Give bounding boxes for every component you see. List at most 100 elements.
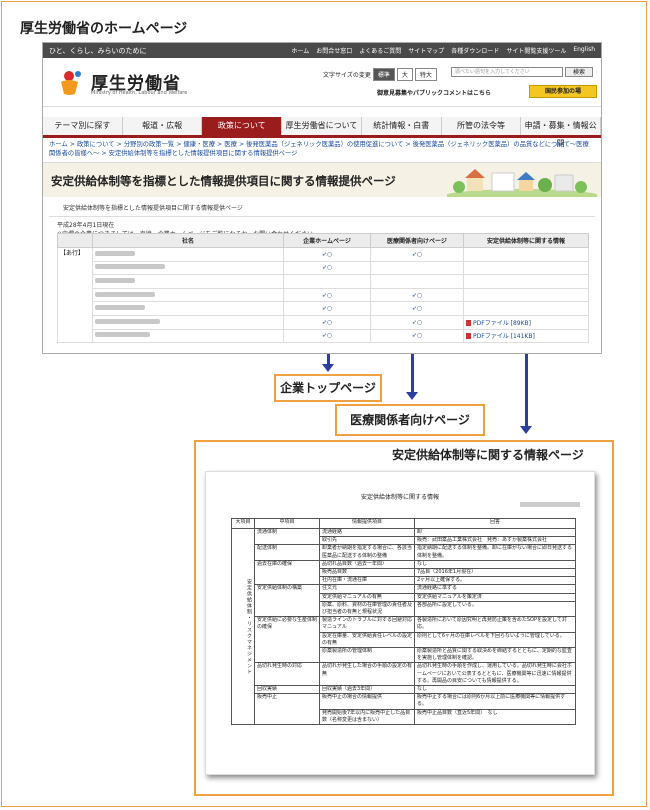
medical-page-link[interactable]: ➶○ — [370, 301, 464, 316]
arrowhead-company-top-icon — [322, 364, 334, 372]
doc-answer: 各部品所に設定している。 — [414, 600, 576, 618]
doc-answer: なし — [414, 559, 576, 570]
doc-middle: 過去在庫の確保 — [254, 559, 320, 586]
doc-answer: 7品目（2016年1月現在） — [414, 568, 576, 578]
nav-applications[interactable]: 申請・募集・情報公開 — [521, 117, 601, 148]
font-size-standard-button[interactable]: 標準 — [372, 68, 395, 81]
toplink-accessibility[interactable]: サイト閲覧支援ツール — [506, 46, 566, 55]
nav-press[interactable]: 報道・広報 — [122, 117, 203, 135]
doc-item: 販売品目数 — [319, 568, 415, 578]
doc-row: 安定供給に必要な生産体制の確保 製造ラインのトラブルに対する回避対応マニュアル … — [232, 616, 576, 664]
col-medical-page: 医療関係者向けページ — [370, 233, 464, 248]
toplink-download[interactable]: 各種ダウンロード — [451, 46, 499, 55]
top-links: ホーム お問合せ窓口 よくあるご質問 サイトマップ 各種ダウンロード サイト閲覧… — [291, 46, 595, 55]
table-row: ➶○ ➶○ PDFファイル [141KB] — [58, 328, 589, 344]
medical-page-link[interactable]: ➶○ — [370, 328, 464, 344]
medical-page-cell — [370, 274, 464, 289]
table-row: ➶○ — [58, 260, 589, 276]
table-row: ➶○ ➶○ — [58, 301, 589, 316]
doc-middle: 配送体制 — [254, 544, 320, 561]
citizen-participation-button[interactable]: 国民参加の場 — [529, 85, 597, 98]
doc-col-item: 情報提供項目 — [319, 518, 415, 529]
doc-row: 配送体制 卸業者が納期を指定する場合に、各該当医薬品に配送する体制の整備 指定納… — [232, 544, 576, 561]
doc-item: 品切れ品目数（過去一年間） — [319, 559, 415, 570]
doc-answer: 各製造所において原因究明と再発防止策を含めたSOPを設定して対応。 — [414, 616, 576, 633]
company-table: 社名 企業ホームページ 医療関係者向けページ 安定供給体制等に関する情報 【あ行… — [57, 233, 589, 344]
doc-answer: なし — [414, 685, 576, 695]
medical-page-link[interactable]: ➶○ — [370, 247, 464, 262]
date-note: 平成28年4月1日現在 — [57, 222, 115, 229]
title-band: 安定供給体制等を指標とした情報提供項目に関する情報提供ページ — [43, 162, 601, 197]
supply-info-pdf-link[interactable]: PDFファイル [141KB] — [463, 328, 589, 344]
medical-page-link[interactable]: ➶○ — [370, 287, 464, 303]
col-company-homepage: 企業ホームページ — [283, 233, 371, 248]
font-size-large-button[interactable]: 大 — [396, 68, 413, 81]
doc-item: 販売中止の場合の情報提供 — [319, 693, 415, 710]
doc-answer: 指定納期に配送する体制を整備。卸に在庫がない場合に即日発送する体制を整備。 — [414, 544, 576, 561]
doc-col-middle: 中項目 — [254, 518, 320, 529]
section-subtitle: 安定供給体制等を指標とした情報提供項目に関する情報提供ページ — [49, 199, 595, 217]
company-homepage-link[interactable]: ➶○ — [283, 314, 371, 330]
company-homepage-link[interactable]: ➶○ — [283, 287, 371, 303]
company-name[interactable] — [92, 328, 284, 344]
doc-item: 原薬、原料、資材の在庫管理の責任者及び担当者の有無と規程状況 — [319, 600, 415, 618]
search-button[interactable]: 検索 — [565, 67, 593, 77]
doc-company-redacted — [520, 502, 580, 507]
company-name[interactable] — [92, 247, 284, 262]
toplink-home[interactable]: ホーム — [291, 46, 309, 55]
supply-info-cell — [463, 301, 589, 316]
doc-answer: 販売：武田薬品工業株式会社 発売：あすか製薬株式会社 — [414, 536, 576, 546]
doc-item: 設定在庫量、安定供給責任レベルの設定の有無 — [319, 631, 415, 649]
nav-statistics[interactable]: 統計情報・白書 — [361, 117, 442, 135]
doc-row: 過去在庫の確保 品切れ品目数（過去一年間） なし — [232, 559, 576, 586]
arrowhead-supply-info-icon — [520, 426, 532, 434]
company-name[interactable] — [92, 314, 284, 330]
callout-company-top: 企業トップページ — [274, 374, 382, 402]
table-row: 【あ行】 ➶○ ➶○ — [57, 246, 589, 344]
toplink-contact[interactable]: お問合せ窓口 — [316, 46, 352, 55]
font-size-switcher: 文字サイズの変更 標準 大 特大 — [323, 68, 437, 81]
toplink-sitemap[interactable]: サイトマップ — [408, 46, 444, 55]
mhlw-page-screenshot: ひと、くらし、みらいのために ホーム お問合せ窓口 よくあるご質問 サイトマップ… — [42, 42, 602, 354]
doc-item: 卸業者が納期を指定する場合に、各該当医薬品に配送する体制の整備 — [319, 544, 415, 561]
doc-item: 発売開始後7年以内に販売中止した品目数（名称変更は含まない） — [319, 708, 415, 726]
company-name[interactable] — [92, 274, 284, 289]
public-comment-link[interactable]: 御意見募集やパブリックコメントはこちら — [377, 88, 491, 97]
doc-item: 流通経路 — [319, 527, 415, 538]
company-homepage-link[interactable]: ➶○ — [283, 301, 371, 316]
supply-info-pdf-link[interactable]: PDFファイル [89KB] — [463, 314, 589, 330]
medical-page-link[interactable]: ➶○ — [370, 314, 464, 330]
company-homepage-cell — [283, 274, 371, 289]
doc-major-item: 安定供給体制・リスクマネジメント — [231, 527, 255, 726]
table-row: ➶○ ➶○ — [58, 287, 589, 303]
arrow-medical-page — [411, 354, 414, 392]
nav-policy[interactable]: 政策について — [202, 117, 283, 135]
doc-answer: 販売中止品目数（直近5年間） なし — [414, 708, 576, 726]
nav-laws[interactable]: 所管の法令等 — [441, 117, 522, 135]
mhlw-logo-icon[interactable] — [58, 68, 84, 96]
doc-middle: 安定供給体制の構築 — [254, 584, 320, 618]
page-heading: 厚生労働省のホームページ — [20, 21, 188, 37]
breadcrumb[interactable]: ホーム > 政策について > 分野別の政策一覧 > 健康・医療 > 医療 > 後… — [43, 138, 601, 162]
table-row — [58, 274, 589, 289]
company-name[interactable] — [92, 287, 284, 303]
search-input[interactable]: 調べたい語句を入力してください — [451, 67, 563, 77]
font-size-xlarge-button[interactable]: 特大 — [414, 68, 437, 81]
townscape-illustration-icon — [447, 169, 597, 197]
company-name[interactable] — [92, 301, 284, 316]
nav-about[interactable]: 厚生労働省について — [282, 117, 362, 135]
supply-info-cell — [463, 287, 589, 303]
supply-info-cell — [463, 260, 589, 276]
toplink-faq[interactable]: よくあるご質問 — [359, 46, 401, 55]
company-name[interactable] — [92, 260, 284, 276]
company-homepage-link[interactable]: ➶○ — [283, 260, 371, 276]
company-homepage-link[interactable]: ➶○ — [283, 328, 371, 344]
col-supply-info: 安定供給体制等に関する情報 — [463, 233, 589, 248]
supply-info-heading: 安定供給体制等に関する情報ページ — [392, 448, 584, 462]
nav-theme[interactable]: テーマ別に探す — [43, 117, 123, 135]
toplink-english[interactable]: English — [573, 46, 595, 55]
supply-info-cell — [463, 274, 589, 289]
company-homepage-link[interactable]: ➶○ — [283, 247, 371, 262]
doc-middle: 安定供給に必要な生産体制の確保 — [254, 616, 320, 664]
doc-answer: 品切れ発生時の手順を作成し、運用している。品切れ発生時に会社ホームページにおいて… — [414, 662, 576, 687]
